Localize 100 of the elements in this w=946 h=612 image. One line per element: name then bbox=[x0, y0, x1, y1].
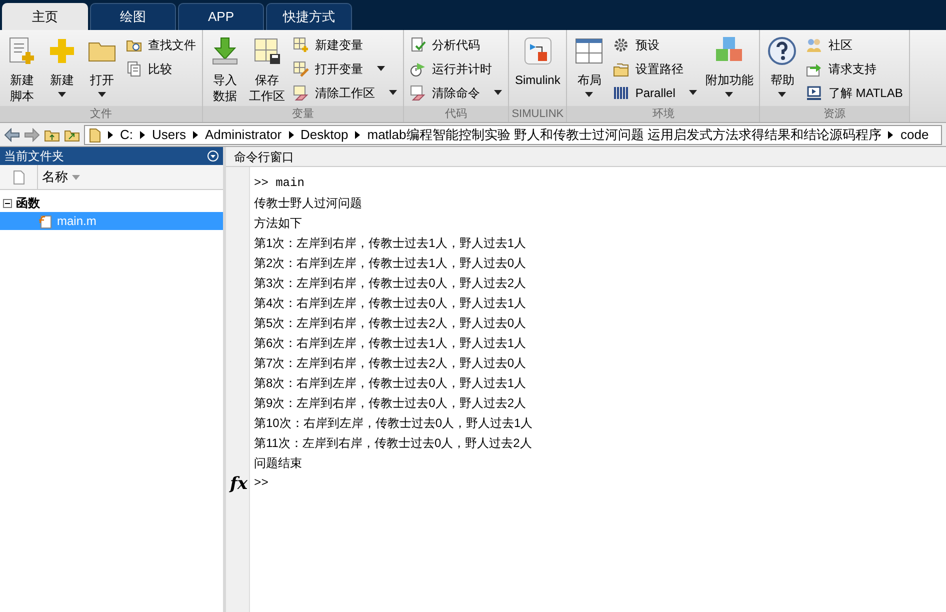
ribbon-button[interactable]: Simulink bbox=[511, 30, 564, 106]
tree-item[interactable]: 函数 bbox=[0, 194, 223, 212]
path-segment[interactable]: code bbox=[900, 126, 929, 144]
path-segment[interactable]: matlab编程智能控制实验 野人和传教士过河问题 运用启发式方法求得结果和结论源码程序 bbox=[367, 126, 882, 144]
name-column-header[interactable]: 名称 bbox=[38, 167, 80, 187]
ribbon-tab[interactable]: APP bbox=[178, 3, 264, 30]
output-line: 第11次：左岸到右岸，传教士过去0人，野人过去2人 bbox=[254, 435, 533, 452]
group-label: 资源 bbox=[760, 106, 909, 122]
button-label: 脚本 bbox=[10, 88, 34, 104]
path-segment[interactable]: Administrator bbox=[204, 126, 282, 144]
chevron-right-icon bbox=[192, 130, 198, 138]
button-label: 附加功能 bbox=[705, 72, 754, 88]
document-check-icon bbox=[410, 36, 426, 52]
bars-icon bbox=[613, 84, 630, 100]
ribbon-button[interactable]: 帮助 bbox=[762, 30, 802, 106]
ribbon-button[interactable]: 打开变量 bbox=[293, 58, 397, 79]
group-label: 环境 bbox=[567, 106, 760, 122]
ribbon-button[interactable]: 新建 脚本 bbox=[2, 30, 42, 106]
function-file-icon bbox=[37, 213, 53, 229]
button-label: 保存 bbox=[255, 72, 279, 88]
back-arrow-icon[interactable] bbox=[4, 128, 20, 142]
collapse-icon[interactable] bbox=[3, 198, 12, 208]
ribbon-button[interactable]: 清除工作区 bbox=[293, 82, 397, 103]
button-label: 帮助 bbox=[770, 72, 794, 88]
group-label: 代码 bbox=[404, 106, 508, 122]
ribbon-button[interactable]: 附加功能 bbox=[701, 30, 758, 106]
output-line: 第7次：左岸到右岸，传教士过去2人，野人过去0人 bbox=[254, 355, 528, 372]
ribbon-button[interactable]: 布局 bbox=[569, 30, 610, 106]
path-segment[interactable]: C: bbox=[120, 126, 133, 144]
output-line: 传教士野人过河问题 bbox=[254, 195, 363, 212]
ribbon-button[interactable]: 新建 bbox=[42, 30, 82, 106]
chevron-right-icon bbox=[355, 130, 360, 138]
ribbon-button[interactable]: 新建变量 bbox=[293, 34, 397, 55]
document-icon bbox=[12, 170, 24, 184]
group-label: SIMULINK bbox=[509, 106, 566, 122]
ribbon-button[interactable]: 清除命令 bbox=[410, 82, 502, 103]
output-line: 第3次：左岸到右岸，传教士过去0人，野人过去2人 bbox=[254, 275, 528, 292]
folders-icon bbox=[613, 60, 630, 76]
eraser-icon bbox=[293, 84, 309, 100]
chevron-right-icon bbox=[140, 130, 145, 138]
dropdown-circle-icon[interactable] bbox=[207, 150, 219, 162]
output-line: 第10次：右岸到左岸，传教士过去0人，野人过去1人 bbox=[254, 415, 533, 432]
caret-icon bbox=[725, 92, 734, 97]
grid-pencil-icon bbox=[293, 60, 309, 76]
ribbon-button[interactable]: 分析代码 bbox=[410, 34, 502, 55]
path-segment[interactable]: Desktop bbox=[300, 126, 348, 144]
caret-icon bbox=[689, 90, 698, 95]
caret-icon bbox=[778, 92, 786, 97]
command-prompt[interactable]: >> bbox=[254, 473, 533, 493]
output-line: 第5次：左岸到右岸，传教士过去2人，野人过去0人 bbox=[254, 315, 528, 332]
folder-icon bbox=[89, 126, 101, 142]
output-line: 第2次：右岸到左岸，传教士过去1人，野人过去0人 bbox=[254, 255, 528, 272]
documents-icon bbox=[126, 60, 142, 76]
output-line: 第9次：左岸到右岸，传教士过去0人，野人过去2人 bbox=[254, 395, 528, 412]
output-line: 方法如下 bbox=[254, 215, 303, 232]
ribbon-button[interactable]: 预设 bbox=[613, 34, 698, 55]
sort-caret-icon bbox=[72, 174, 80, 180]
button-label: 打开 bbox=[90, 72, 114, 88]
stopwatch-icon bbox=[410, 60, 426, 76]
button-label: 新建 bbox=[50, 72, 74, 88]
output-line: 第8次：右岸到左岸，传教士过去0人，野人过去1人 bbox=[254, 375, 528, 392]
ribbon-button[interactable]: 社区 bbox=[806, 34, 903, 55]
button-label: 布局 bbox=[577, 72, 602, 88]
chevron-right-icon bbox=[288, 130, 294, 138]
block-diagram-icon bbox=[522, 35, 554, 67]
address-field[interactable]: C: Users Administrator Desktop matlab编程智能控制实验 野人和传教士过河问题 运用启发式方法求得结果和结论源码程序 code bbox=[84, 124, 942, 144]
output-line: 第4次：右岸到左岸，传教士过去0人，野人过去1人 bbox=[254, 295, 528, 312]
path-segment[interactable]: Users bbox=[152, 126, 186, 144]
chevron-right-icon bbox=[108, 130, 113, 138]
group-label: 文件 bbox=[0, 106, 202, 122]
ribbon-button[interactable]: 导入 数据 bbox=[205, 30, 245, 106]
ribbon-button[interactable]: 保存 工作区 bbox=[245, 30, 289, 106]
ribbon-button[interactable]: 运行并计时 bbox=[410, 58, 502, 79]
chevron-right-icon bbox=[888, 130, 894, 138]
ribbon-button[interactable]: 比较 bbox=[126, 58, 196, 79]
help-icon bbox=[766, 35, 798, 67]
settings-icon bbox=[613, 36, 630, 52]
ribbon-button[interactable]: 了解 MATLAB bbox=[806, 82, 903, 103]
caret-icon bbox=[98, 92, 106, 97]
ribbon-button[interactable]: 请求支持 bbox=[806, 58, 903, 79]
ribbon-button[interactable]: 查找文件 bbox=[126, 34, 196, 55]
ribbon-button[interactable]: Parallel bbox=[613, 82, 698, 103]
ribbon-button[interactable]: 设置路径 bbox=[613, 58, 698, 79]
caret-icon bbox=[494, 90, 502, 95]
ribbon-button[interactable]: 打开 bbox=[82, 30, 122, 106]
button-label: 新建 bbox=[10, 72, 34, 88]
button-label: 工作区 bbox=[249, 88, 285, 104]
forward-arrow-icon[interactable] bbox=[24, 128, 40, 142]
output-line: 问题结束 bbox=[254, 455, 303, 472]
caret-icon bbox=[377, 66, 385, 71]
ribbon-tab[interactable]: 主页 bbox=[2, 3, 88, 30]
function-browser-icon[interactable]: fx bbox=[226, 473, 249, 495]
panel-title: 命令行窗口 bbox=[234, 148, 294, 166]
ribbon-tab[interactable]: 绘图 bbox=[90, 3, 176, 30]
group-label: 变量 bbox=[203, 106, 403, 122]
button-label: 导入 bbox=[213, 72, 237, 88]
panel-title: 当前文件夹 bbox=[4, 148, 64, 165]
caret-icon bbox=[585, 92, 594, 97]
command-line: >> main bbox=[254, 175, 306, 192]
ribbon-tab[interactable]: 快捷方式 bbox=[266, 3, 352, 30]
